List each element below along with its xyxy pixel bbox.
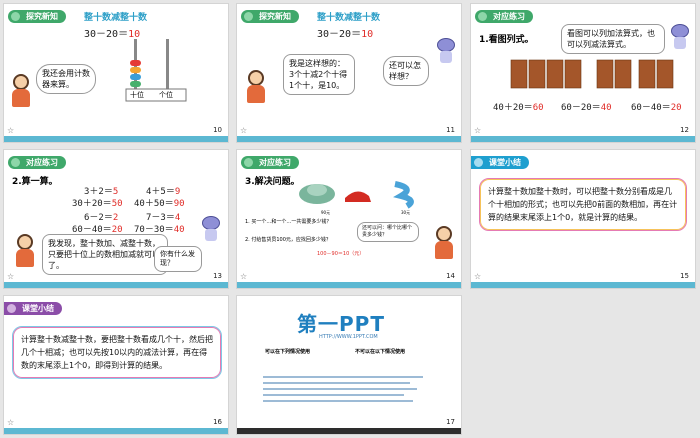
section-tag: 对应练习 <box>241 156 299 169</box>
task-label: 2.算一算。 <box>12 177 58 187</box>
slide-number: 17 <box>446 418 455 426</box>
slide-footer-bar <box>4 428 228 434</box>
slide-thumbnail-16[interactable]: 课堂小结 计算整十数减整十数，要把整十数看成几个十，然后把几个十相减；也可以先按… <box>3 295 229 435</box>
child-illustration <box>433 226 455 260</box>
slide-number: 11 <box>446 126 455 134</box>
slide-number: 14 <box>446 272 455 280</box>
task-label: 1.看图列式。 <box>479 35 534 45</box>
brand-logo: 第一PPT <box>297 312 385 336</box>
price-label: 30元 <box>401 210 411 215</box>
slide-thumbnail-13[interactable]: 对应练习 2.算一算。 3＋2＝5 30＋20＝50 6－2＝2 60－40＝2… <box>3 149 229 289</box>
summary-box: 计算整十数加整十数时，可以把整十数分别看成是几个十相加的形式；也可以先把0前面的… <box>479 178 687 231</box>
equation: 30－20＝10 <box>317 29 374 40</box>
speech-bubble: 看图可以列加法算式，也可以列减法算式。 <box>561 24 665 54</box>
slide-footer-bar <box>471 282 695 288</box>
brand-url: HTTP://WWW.1PPT.COM <box>319 334 378 340</box>
robot-illustration <box>669 24 691 50</box>
section-tag: 探究新知 <box>8 10 66 23</box>
price-label: 90元 <box>321 210 331 215</box>
child-illustration <box>245 70 267 104</box>
section-tag: 对应练习 <box>8 156 66 169</box>
slide-number: 10 <box>213 126 222 134</box>
robot-illustration <box>435 38 457 64</box>
equation-subtraction-2: 60－40＝20 <box>631 103 682 113</box>
equation-addition: 40＋20＝60 <box>493 103 544 113</box>
toy-illustrations <box>299 181 414 209</box>
usage-forbidden-title: 不可以在以下情况使用 <box>355 349 406 355</box>
star-icon: ☆ <box>474 126 482 135</box>
speech-bubble: 我发现，整十数加、减整十数，只要把十位上的数相加减就可以了。 <box>42 234 168 275</box>
slide-thumbnail-11[interactable]: 探究新知 整十数减整十数 30－20＝10 我是这样想的：3个十减2个十得1个十… <box>236 3 462 143</box>
slide-number: 15 <box>680 272 689 280</box>
slide-footer-bar <box>237 136 461 142</box>
summary-box: 计算整十数减整十数，要把整十数看成几个十，然后把几个十相减；也可以先按10以内的… <box>12 326 222 379</box>
star-icon: ☆ <box>240 126 248 135</box>
star-icon: ☆ <box>7 126 15 135</box>
slide-thumbnail-10[interactable]: 探究新知 整十数减整十数 30－20＝10 我还会用计数器来算。 十位 个位 ☆… <box>3 3 229 143</box>
slide-footer-bar <box>4 136 228 142</box>
answer-equation: 100－90＝10（元） <box>317 251 365 257</box>
child-illustration <box>10 74 32 108</box>
speech-bubble: 我是这样想的：3个十减2个十得1个十，是10。 <box>283 54 355 95</box>
section-tag: 探究新知 <box>241 10 299 23</box>
slide-thumbnail-12[interactable]: 对应练习 1.看图列式。 看图可以列加法算式，也可以列减法算式。 40＋20＝6… <box>470 3 696 143</box>
slide-title: 整十数减整十数 <box>84 13 148 23</box>
usage-allowed-title: 可以在下列情况使用 <box>265 349 311 355</box>
slide-number: 13 <box>213 272 222 280</box>
speech-bubble-question: 你有什么发现？ <box>154 246 202 272</box>
slide-footer-bar <box>237 282 461 288</box>
section-tag: 对应练习 <box>475 10 533 23</box>
slide-footer-bar <box>4 282 228 288</box>
speech-bubble: 还可以问：哪个比哪个贵多少钱？ <box>357 222 419 242</box>
slide-thumbnail-14[interactable]: 对应练习 3.解决问题。 90元 30元 1. 买一个…和一个…一共需要多少钱？… <box>236 149 462 289</box>
section-tag: 课堂小结 <box>471 156 529 169</box>
slide-footer-bar <box>237 428 461 434</box>
abacus-label-tens: 十位 <box>130 91 144 99</box>
slide-thumbnail-17[interactable]: 第一PPT HTTP://WWW.1PPT.COM 可以在下列情况使用 不可以在… <box>236 295 462 435</box>
slide-thumbnail-15[interactable]: 课堂小结 计算整十数加整十数时，可以把整十数分别看成是几个十相加的形式；也可以先… <box>470 149 696 289</box>
star-icon: ☆ <box>7 272 15 281</box>
slide-title: 整十数减整十数 <box>317 13 381 23</box>
calc-item: 30＋20＝50 <box>72 199 123 209</box>
book-bundles-illustration <box>510 59 674 89</box>
robot-illustration <box>200 216 222 242</box>
question-1: 1. 买一个…和一个…一共需要多少钱？ <box>245 219 332 225</box>
calc-item: 40＋50＝90 <box>134 199 185 209</box>
star-icon: ☆ <box>7 418 15 427</box>
task-label: 3.解决问题。 <box>245 177 300 187</box>
star-icon: ☆ <box>474 272 482 281</box>
section-tag: 课堂小结 <box>4 302 62 315</box>
slide-footer-bar <box>471 136 695 142</box>
equation-subtraction-1: 60－20＝40 <box>561 103 612 113</box>
question-2: 2. 付给售货员100元，应找回多少钱？ <box>245 237 331 243</box>
speech-bubble: 我还会用计数器来算。 <box>36 64 96 94</box>
speech-bubble-question: 还可以怎样想？ <box>383 56 429 86</box>
child-illustration <box>14 234 36 268</box>
slide-number: 16 <box>213 418 222 426</box>
link-list <box>263 372 423 406</box>
slide-number: 12 <box>680 126 689 134</box>
star-icon: ☆ <box>240 272 248 281</box>
abacus-label-ones: 个位 <box>159 91 173 99</box>
